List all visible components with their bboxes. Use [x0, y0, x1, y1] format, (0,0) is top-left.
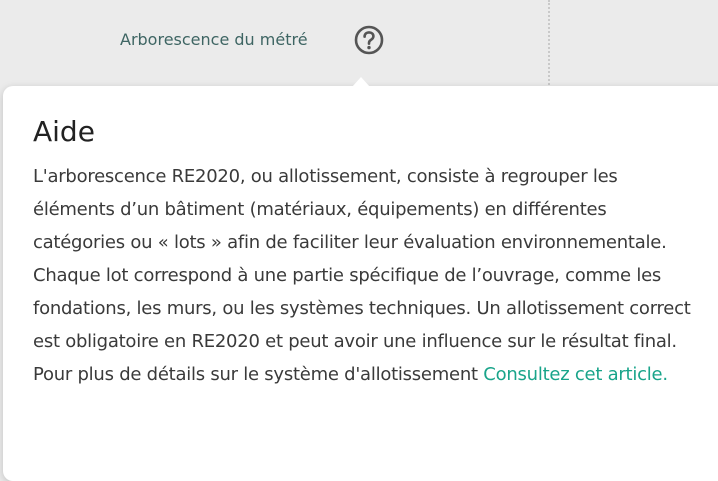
- column-divider: [548, 0, 550, 88]
- article-link[interactable]: Consultez cet article.: [483, 364, 668, 385]
- question-circle-icon[interactable]: [353, 24, 385, 56]
- popover-title: Aide: [33, 115, 95, 148]
- popover-arrow: [352, 77, 370, 87]
- popover-body-text: L'arborescence RE2020, ou allotissement,…: [33, 166, 691, 385]
- tree-label: Arborescence du métré: [120, 30, 308, 49]
- toolbar: Arborescence du métré: [0, 0, 718, 88]
- popover-body: L'arborescence RE2020, ou allotissement,…: [33, 160, 693, 391]
